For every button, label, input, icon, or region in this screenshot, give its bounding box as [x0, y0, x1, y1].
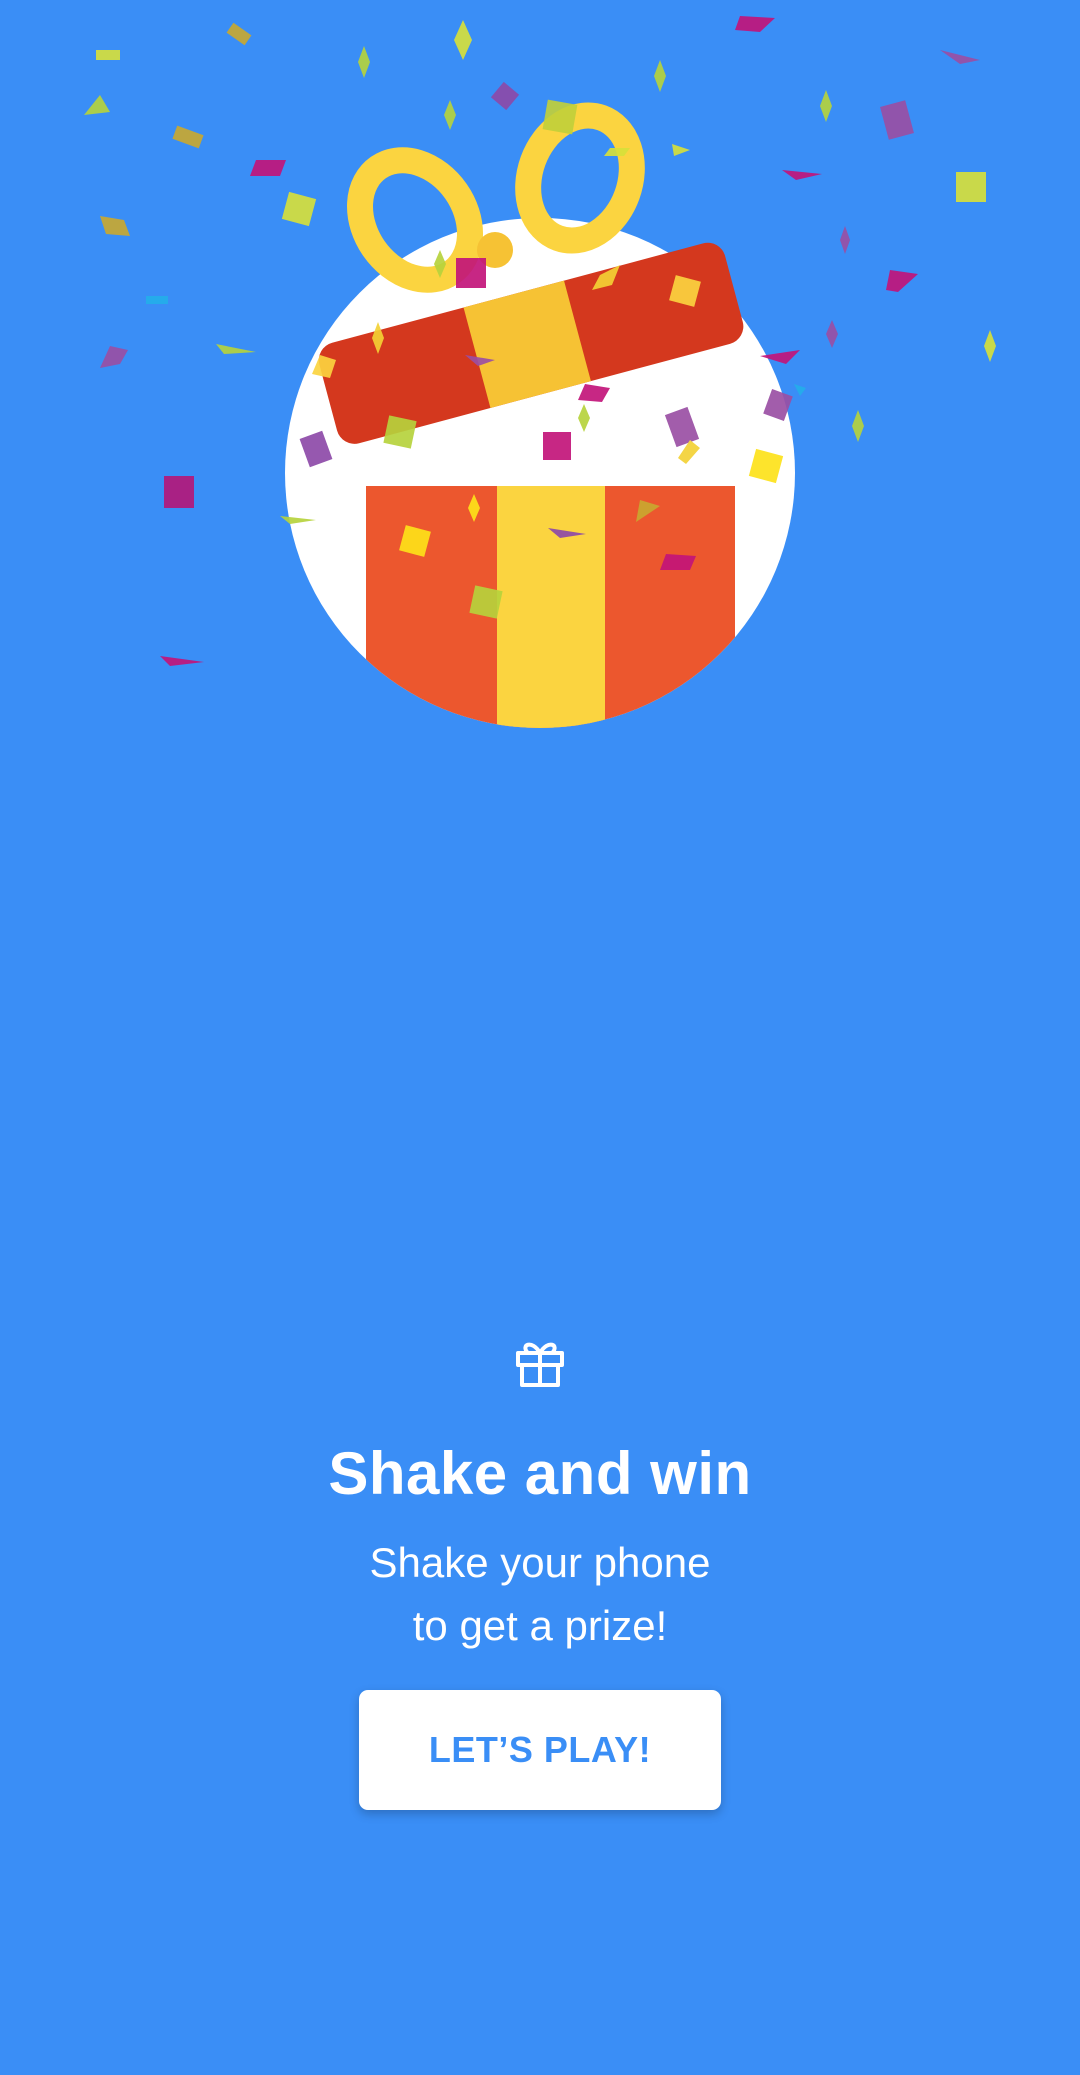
- page-subtitle: Shake your phone to get a prize!: [0, 1531, 1080, 1657]
- page-title: Shake and win: [328, 1440, 752, 1507]
- gift-box-body: [366, 486, 735, 728]
- subtitle-line-1: Shake your phone: [369, 1539, 711, 1586]
- subtitle-line-2: to get a prize!: [412, 1602, 668, 1649]
- lets-play-button[interactable]: LET’S PLAY!: [359, 1690, 721, 1810]
- gift-icon: [516, 1342, 564, 1387]
- gift-illustration: [84, 16, 996, 728]
- hero-illustration: [0, 0, 1080, 760]
- intro-section: Shake and win Shake your phone to get a …: [0, 1335, 1080, 1657]
